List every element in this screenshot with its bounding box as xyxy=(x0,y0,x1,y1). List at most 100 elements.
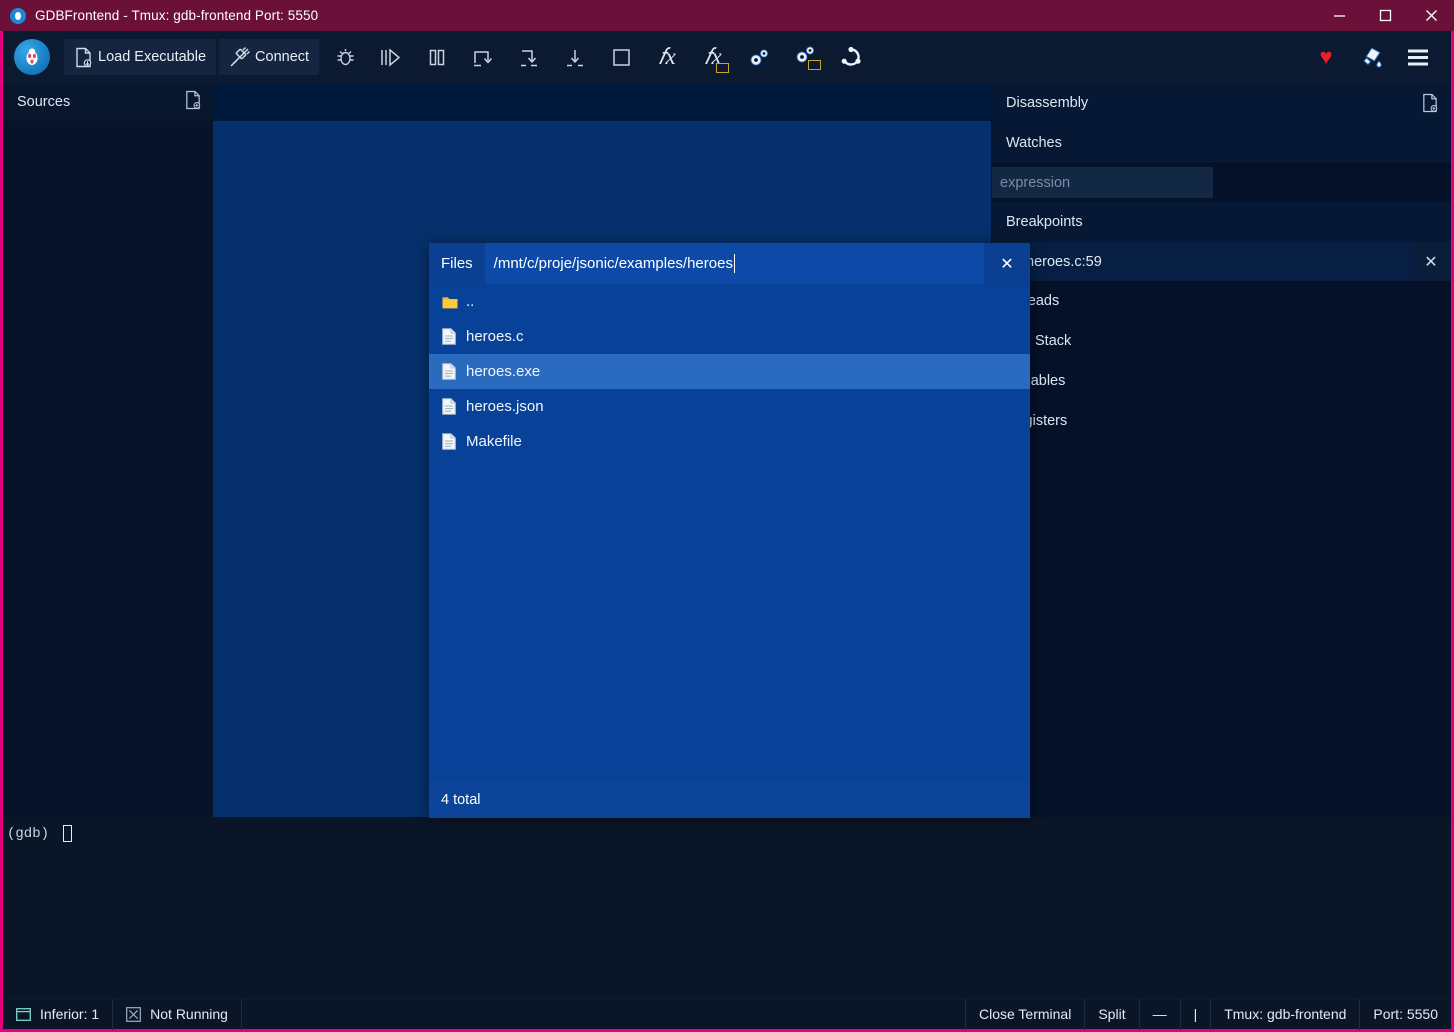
minimize-button[interactable] xyxy=(1316,0,1362,31)
settings-gears-window-button[interactable] xyxy=(782,37,828,77)
section-disassembly[interactable]: Disassembly xyxy=(992,83,1451,123)
section-variables[interactable]: Variables xyxy=(992,361,1451,401)
editor-tab-bar[interactable] xyxy=(213,83,991,121)
file-add-icon xyxy=(184,90,202,110)
maximize-icon xyxy=(1379,9,1392,22)
status-run-state[interactable]: Not Running xyxy=(113,999,242,1030)
disassembly-label: Disassembly xyxy=(1006,95,1088,111)
stop-square-icon xyxy=(612,48,631,67)
app-logo-icon xyxy=(10,8,26,24)
status-bar: Inferior: 1 Not Running Close Terminal S… xyxy=(3,998,1451,1029)
step-into-icon xyxy=(518,47,540,68)
file-list-item-label: heroes.c xyxy=(466,328,524,345)
file-list-item-heroes-exe[interactable]: heroes.exe xyxy=(429,354,1030,389)
status-run-state-label: Not Running xyxy=(150,1006,228,1022)
maximize-button[interactable] xyxy=(1362,0,1408,31)
file-dialog-header: Files /mnt/c/proje/jsonic/examples/heroe… xyxy=(429,243,1030,284)
bug-icon xyxy=(335,47,356,68)
connect-button[interactable]: Connect xyxy=(219,39,319,75)
pause-icon xyxy=(427,47,447,68)
menu-button[interactable] xyxy=(1395,37,1441,77)
gdb-prompt: (gdb) xyxy=(7,826,49,842)
watches-label: Watches xyxy=(1006,135,1062,151)
split-button[interactable]: Split xyxy=(1084,999,1138,1030)
port-label: Port: 5550 xyxy=(1359,999,1451,1030)
step-over-icon xyxy=(472,47,494,68)
breakpoint-row[interactable]: heroes.c:59 ✕ xyxy=(992,242,1451,281)
folder-icon xyxy=(442,295,466,309)
x-box-icon xyxy=(126,1007,141,1022)
refresh-button[interactable] xyxy=(828,37,874,77)
title-bar: GDBFrontend - Tmux: gdb-frontend Port: 5… xyxy=(0,0,1454,31)
tmux-session-label: Tmux: gdb-frontend xyxy=(1210,999,1359,1030)
window-icon xyxy=(16,1008,31,1021)
file-icon xyxy=(442,328,466,345)
section-call-stack[interactable]: Call Stack xyxy=(992,321,1451,361)
section-watches[interactable]: Watches xyxy=(992,123,1451,163)
close-terminal-button[interactable]: Close Terminal xyxy=(965,999,1084,1030)
split-vertical-button[interactable]: | xyxy=(1180,999,1211,1030)
close-button[interactable] xyxy=(1408,0,1454,31)
window-title: GDBFrontend - Tmux: gdb-frontend Port: 5… xyxy=(35,8,318,23)
breakpoints-label: Breakpoints xyxy=(1006,214,1083,230)
breakpoint-remove-button[interactable]: ✕ xyxy=(1411,242,1451,281)
step-into-button[interactable] xyxy=(506,37,552,77)
close-icon xyxy=(1425,9,1438,22)
load-executable-button[interactable]: Load Executable xyxy=(64,39,216,75)
fx-icon: 𝑓x xyxy=(658,44,675,70)
bug-glyph-icon xyxy=(23,47,41,67)
file-list-item-label: .. xyxy=(466,293,474,310)
step-over-button[interactable] xyxy=(460,37,506,77)
terminal-panel[interactable]: (gdb) xyxy=(3,817,1451,997)
sources-title: Sources xyxy=(17,94,184,110)
breakpoint-location-label: heroes.c:59 xyxy=(1026,254,1102,270)
evaluate-expression-window-button[interactable]: 𝑓x xyxy=(690,37,736,77)
refresh-circle-icon xyxy=(839,45,863,69)
gears-icon xyxy=(748,47,771,68)
plug-connect-icon xyxy=(229,47,250,68)
file-dialog-total-label: 4 total xyxy=(429,782,1030,818)
file-list-item-makefile[interactable]: Makefile xyxy=(429,424,1030,459)
file-dialog: Files /mnt/c/proje/jsonic/examples/heroe… xyxy=(429,243,1030,818)
watch-expression-input[interactable]: expression xyxy=(992,167,1213,198)
terminal-cursor xyxy=(63,825,72,842)
status-inferior[interactable]: Inferior: 1 xyxy=(3,999,113,1030)
status-inferior-label: Inferior: 1 xyxy=(40,1006,99,1022)
file-dialog-path-input[interactable]: /mnt/c/proje/jsonic/examples/heroes xyxy=(485,243,984,284)
hamburger-menu-icon xyxy=(1406,48,1430,67)
file-download-icon xyxy=(74,47,93,68)
gdb-bug-logo-icon[interactable] xyxy=(14,39,50,75)
pause-button[interactable] xyxy=(414,37,460,77)
file-dialog-path-value: /mnt/c/proje/jsonic/examples/heroes xyxy=(494,255,733,272)
main-toolbar: Load Executable Connect xyxy=(3,31,1451,83)
stop-button[interactable] xyxy=(598,37,644,77)
section-threads[interactable]: Threads xyxy=(992,281,1451,321)
file-list-item-heroes-json[interactable]: heroes.json xyxy=(429,389,1030,424)
status-bar-right-group: Close Terminal Split — | Tmux: gdb-front… xyxy=(965,999,1451,1030)
continue-button[interactable] xyxy=(368,37,414,77)
minimize-icon xyxy=(1333,9,1346,22)
step-out-button[interactable] xyxy=(552,37,598,77)
right-panel: Disassembly Watches expression Breakpoin… xyxy=(992,83,1451,817)
disassembly-add-file-button[interactable] xyxy=(1421,93,1439,113)
favorites-button[interactable]: ♥ xyxy=(1303,37,1349,77)
settings-gears-button[interactable] xyxy=(736,37,782,77)
connect-label: Connect xyxy=(255,49,309,65)
debug-bug-button[interactable] xyxy=(322,37,368,77)
file-list-item-parent[interactable]: .. xyxy=(429,284,1030,319)
file-icon xyxy=(442,433,466,450)
text-cursor xyxy=(734,254,735,273)
section-breakpoints[interactable]: Breakpoints xyxy=(992,202,1451,242)
theme-button[interactable] xyxy=(1349,37,1395,77)
heart-icon: ♥ xyxy=(1319,46,1332,68)
file-dialog-close-button[interactable]: ✕ xyxy=(984,243,1030,284)
file-icon xyxy=(442,363,466,380)
sources-add-file-button[interactable] xyxy=(184,90,202,115)
split-horizontal-button[interactable]: — xyxy=(1139,999,1180,1030)
evaluate-expression-button[interactable]: 𝑓x xyxy=(644,37,690,77)
fx-window-icon: 𝑓x xyxy=(704,44,721,70)
play-continue-icon xyxy=(379,47,403,68)
load-executable-label: Load Executable xyxy=(98,49,206,65)
file-list-item-heroes-c[interactable]: heroes.c xyxy=(429,319,1030,354)
section-registers[interactable]: Registers xyxy=(992,401,1451,441)
